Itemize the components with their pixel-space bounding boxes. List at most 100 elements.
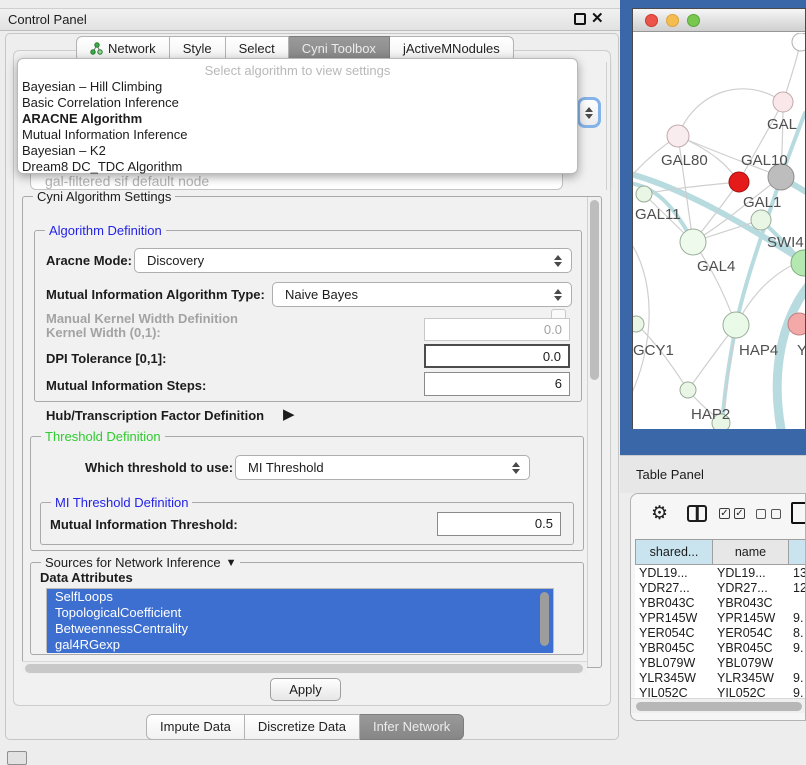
- table-cell[interactable]: 13: [793, 566, 806, 580]
- table-cell[interactable]: YDL19...: [639, 566, 713, 580]
- dpi-tolerance-label: DPI Tolerance [0,1]:: [46, 351, 166, 366]
- column-header-name[interactable]: name: [713, 539, 789, 565]
- table-cell[interactable]: YLR345W: [639, 671, 713, 685]
- table-panel-frame: ⚙ ✓ ✓ shared... name YDL19... YDL19... 1…: [630, 493, 806, 721]
- table-cell[interactable]: YER054C: [639, 626, 713, 640]
- checked-checkbox-icon[interactable]: ✓: [719, 508, 730, 519]
- tab-impute-data[interactable]: Impute Data: [146, 714, 245, 740]
- popup-item[interactable]: Mutual Information Inference: [22, 127, 187, 142]
- column-header-partial[interactable]: [789, 539, 806, 565]
- unchecked-checkbox-icon[interactable]: [756, 509, 766, 519]
- table-hscrollbar-thumb[interactable]: [636, 702, 802, 711]
- mi-threshold-field[interactable]: 0.5: [437, 512, 561, 536]
- network-canvas[interactable]: GAL GAL80 GAL10 GAL1 GAL11 SWI4 GAL4 GCY…: [633, 33, 805, 429]
- column-layout-icon[interactable]: [687, 505, 707, 522]
- table-cell[interactable]: 9.: [793, 671, 806, 685]
- node[interactable]: [792, 33, 805, 51]
- attribute-item[interactable]: BetweennessCentrality: [47, 621, 553, 637]
- collapse-arrow-icon[interactable]: ▼: [226, 557, 237, 569]
- table-cell[interactable]: YDR27...: [717, 581, 789, 595]
- data-attributes-list[interactable]: SelfLoops TopologicalCoefficient Between…: [46, 588, 554, 652]
- node-hap2[interactable]: [680, 382, 696, 398]
- expand-arrow-icon[interactable]: ▶: [283, 405, 295, 423]
- aracne-mode-combo[interactable]: Discovery: [134, 248, 572, 273]
- close-panel-icon[interactable]: ✕: [591, 9, 604, 27]
- table-cell[interactable]: 9.: [793, 611, 806, 625]
- node-pink-right[interactable]: [788, 313, 805, 335]
- hub-section-label: Hub/Transcription Factor Definition: [46, 408, 264, 423]
- which-threshold-combo[interactable]: MI Threshold: [235, 455, 530, 480]
- apply-button[interactable]: Apply: [270, 678, 341, 701]
- float-panel-icon[interactable]: [574, 13, 586, 25]
- settings-hscrollbar-thumb[interactable]: [25, 664, 583, 673]
- table-cell[interactable]: 8.: [793, 626, 806, 640]
- table-cell[interactable]: YBL079W: [639, 656, 713, 670]
- node-gal11[interactable]: [636, 186, 652, 202]
- node-gcy1[interactable]: [633, 316, 644, 332]
- screen: { "titlebar": {"title": "Control Panel"}…: [0, 0, 806, 762]
- table-cell[interactable]: YIL052C: [717, 686, 789, 697]
- table-cell[interactable]: YBL079W: [717, 656, 789, 670]
- node-hap4[interactable]: [723, 312, 749, 338]
- node-label: GAL11: [635, 206, 681, 223]
- table-panel-title: Table Panel: [636, 467, 704, 482]
- tab-infer-network[interactable]: Infer Network: [360, 714, 464, 740]
- table-cell[interactable]: YBR045C: [717, 641, 789, 655]
- popup-item-selected[interactable]: ARACNE Algorithm: [22, 111, 142, 126]
- minimized-panel-icon[interactable]: [7, 751, 27, 765]
- table-cell[interactable]: 12: [793, 581, 806, 595]
- close-window-icon[interactable]: [645, 14, 658, 27]
- table-hscrollbar[interactable]: [631, 698, 806, 713]
- zoom-window-icon[interactable]: [687, 14, 700, 27]
- tab-discretize-data[interactable]: Discretize Data: [245, 714, 360, 740]
- table-cell[interactable]: YDR27...: [639, 581, 713, 595]
- aracne-mode-label: Aracne Mode:: [46, 253, 132, 268]
- settings-vscrollbar-thumb[interactable]: [590, 200, 599, 380]
- popup-item[interactable]: Basic Correlation Inference: [22, 95, 179, 110]
- mi-steps-field[interactable]: 6: [424, 372, 570, 396]
- node-label: SWI4: [767, 234, 804, 251]
- table-cell[interactable]: YBR043C: [717, 596, 789, 610]
- settings-hscrollbar[interactable]: [22, 661, 587, 674]
- node-label: GAL80: [661, 152, 708, 169]
- minimize-window-icon[interactable]: [666, 14, 679, 27]
- network-source-value: gal-filtered sif default node: [45, 173, 209, 189]
- node-gal4[interactable]: [680, 229, 706, 255]
- popup-item[interactable]: Bayesian – K2: [22, 143, 106, 158]
- node-gal1[interactable]: [751, 210, 771, 230]
- kernel-width-field[interactable]: 0.0: [424, 318, 570, 341]
- column-header-shared-name[interactable]: shared...: [635, 539, 713, 565]
- settings-vscrollbar[interactable]: [587, 197, 600, 667]
- document-icon[interactable]: [791, 502, 806, 524]
- dpi-tolerance-field[interactable]: 0.0: [424, 344, 570, 368]
- table-cell[interactable]: YBR043C: [639, 596, 713, 610]
- bottom-tabbar: Impute Data Discretize Data Infer Networ…: [146, 714, 464, 740]
- table-cell[interactable]: YLR345W: [717, 671, 789, 685]
- mi-threshold-label: Mutual Information Threshold:: [50, 517, 238, 532]
- unchecked-checkbox-icon[interactable]: [771, 509, 781, 519]
- table-cell[interactable]: 9.: [793, 686, 806, 697]
- table-cell[interactable]: YIL052C: [639, 686, 713, 697]
- checked-checkbox-icon[interactable]: ✓: [734, 508, 745, 519]
- table-cell[interactable]: 9.: [793, 641, 806, 655]
- table-cell[interactable]: YER054C: [717, 626, 789, 640]
- network-window-titlebar[interactable]: [633, 9, 805, 32]
- table-cell[interactable]: YBR045C: [639, 641, 713, 655]
- gear-icon[interactable]: ⚙: [651, 502, 668, 525]
- table-cell[interactable]: YPR145W: [717, 611, 789, 625]
- node-label: GAL1: [743, 194, 781, 211]
- popup-item[interactable]: Dream8 DC_TDC Algorithm: [22, 159, 182, 174]
- mi-algorithm-type-combo[interactable]: Naive Bayes: [272, 282, 572, 307]
- node-gal80[interactable]: [667, 125, 689, 147]
- node-gal-top[interactable]: [773, 92, 793, 112]
- attributes-scrollbar-thumb[interactable]: [540, 592, 549, 646]
- algorithm-combo-spinner[interactable]: [577, 97, 601, 128]
- popup-item[interactable]: Bayesian – Hill Climbing: [22, 79, 162, 94]
- attribute-item[interactable]: TopologicalCoefficient: [47, 605, 553, 621]
- table-cell[interactable]: YPR145W: [639, 611, 713, 625]
- attribute-item[interactable]: gal4RGexp: [47, 637, 553, 653]
- attribute-item[interactable]: SelfLoops: [47, 589, 553, 605]
- table-cell[interactable]: YDL19...: [717, 566, 789, 580]
- node-selected-red[interactable]: [729, 172, 749, 192]
- popup-placeholder: Select algorithm to view settings: [18, 63, 577, 78]
